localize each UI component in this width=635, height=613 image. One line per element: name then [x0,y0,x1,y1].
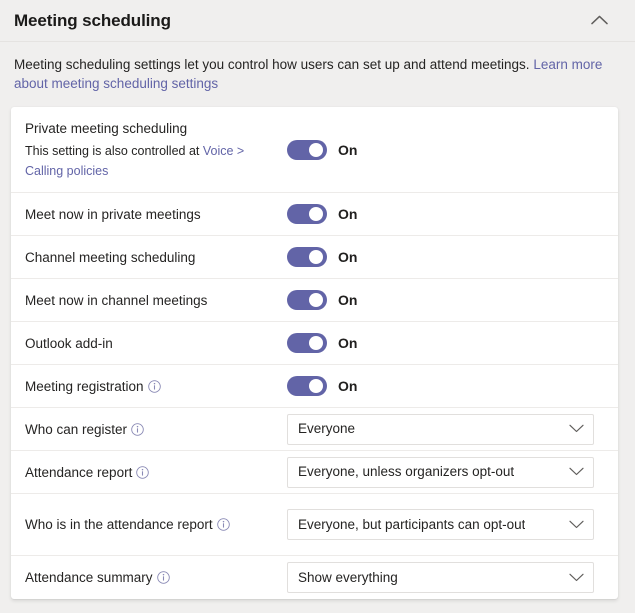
toggle-knob [309,207,323,221]
info-icon[interactable] [148,380,161,393]
setting-label: Meeting registration [25,379,144,394]
chevron-up-icon [591,13,608,28]
dropdown-value: Show everything [298,569,398,587]
setting-label-wrap: Attendance summary [25,568,287,587]
info-icon[interactable] [131,423,144,436]
collapse-section-button[interactable] [583,5,615,37]
setting-row-meet-now-private-meetings: Meet now in private meetings On [11,193,618,236]
dropdown-who-is-in-attendance-report[interactable]: Everyone, but participants can opt-out [287,509,594,540]
setting-label: Attendance summary [25,570,153,585]
toggle-state-label: On [338,247,357,267]
setting-row-meeting-registration: Meeting registration On [11,365,618,408]
toggle-outlook-add-in[interactable] [287,333,327,353]
setting-row-outlook-add-in: Outlook add-in On [11,322,618,365]
dropdown-value: Everyone, but participants can opt-out [298,516,525,534]
toggle-knob [309,143,323,157]
setting-row-private-meeting-scheduling: Private meeting scheduling This setting … [11,107,618,193]
section-description-text: Meeting scheduling settings let you cont… [14,57,533,72]
toggle-state-label: On [338,376,357,396]
toggle-state-label: On [338,290,357,310]
chevron-down-icon [569,516,584,534]
setting-label-wrap: Attendance report [25,463,287,482]
toggle-control: On [287,204,357,224]
setting-label-wrap: Who is in the attendance report [25,515,287,534]
toggle-meet-now-channel-meetings[interactable] [287,290,327,310]
setting-label-wrap: Meeting registration [25,377,287,396]
info-icon[interactable] [136,466,149,479]
toggle-control: On [287,247,357,267]
toggle-knob [309,293,323,307]
toggle-channel-meeting-scheduling[interactable] [287,247,327,267]
toggle-control: On [287,140,357,160]
setting-label: Who is in the attendance report [25,517,213,532]
toggle-knob [309,379,323,393]
section-description: Meeting scheduling settings let you cont… [0,42,635,93]
toggle-control: On [287,290,357,310]
section-header: Meeting scheduling [0,0,635,42]
setting-label: Outlook add-in [25,336,113,351]
toggle-meeting-registration[interactable] [287,376,327,396]
setting-label: Meet now in channel meetings [25,293,207,308]
setting-label-wrap: Outlook add-in [25,334,287,353]
toggle-state-label: On [338,333,357,353]
setting-label: Who can register [25,422,127,437]
chevron-down-icon [569,420,584,438]
setting-label-wrap: Meet now in private meetings [25,205,287,224]
setting-row-who-is-in-attendance-report: Who is in the attendance report Everyone… [11,494,618,556]
setting-label: Attendance report [25,465,132,480]
setting-label: Channel meeting scheduling [25,250,195,265]
toggle-control: On [287,333,357,353]
toggle-state-label: On [338,204,357,224]
info-icon[interactable] [217,518,230,531]
settings-card: Private meeting scheduling This setting … [11,107,618,599]
dropdown-attendance-report[interactable]: Everyone, unless organizers opt-out [287,457,594,488]
chevron-down-icon [569,463,584,481]
dropdown-who-can-register[interactable]: Everyone [287,414,594,445]
toggle-control: On [287,376,357,396]
toggle-knob [309,336,323,350]
dropdown-value: Everyone, unless organizers opt-out [298,463,514,481]
setting-row-meet-now-channel-meetings: Meet now in channel meetings On [11,279,618,322]
dropdown-attendance-summary[interactable]: Show everything [287,562,594,593]
chevron-down-icon [569,569,584,587]
toggle-state-label: On [338,140,357,160]
setting-label-wrap: Meet now in channel meetings [25,291,287,310]
setting-label-wrap: Private meeting scheduling This setting … [25,119,287,181]
setting-sublabel-text: This setting is also controlled at [25,144,203,158]
setting-row-attendance-summary: Attendance summary Show everything [11,556,618,599]
setting-row-attendance-report: Attendance report Everyone, unless organ… [11,451,618,494]
setting-row-who-can-register: Who can register Everyone [11,408,618,451]
toggle-meet-now-private-meetings[interactable] [287,204,327,224]
info-icon[interactable] [157,571,170,584]
setting-label: Meet now in private meetings [25,207,201,222]
toggle-private-meeting-scheduling[interactable] [287,140,327,160]
toggle-knob [309,250,323,264]
dropdown-value: Everyone [298,420,355,438]
setting-label: Private meeting scheduling [25,121,187,136]
setting-label-wrap: Who can register [25,420,287,439]
setting-row-channel-meeting-scheduling: Channel meeting scheduling On [11,236,618,279]
setting-label-wrap: Channel meeting scheduling [25,248,287,267]
page-title: Meeting scheduling [14,11,171,31]
setting-sublabel: This setting is also controlled at Voice… [25,141,279,181]
